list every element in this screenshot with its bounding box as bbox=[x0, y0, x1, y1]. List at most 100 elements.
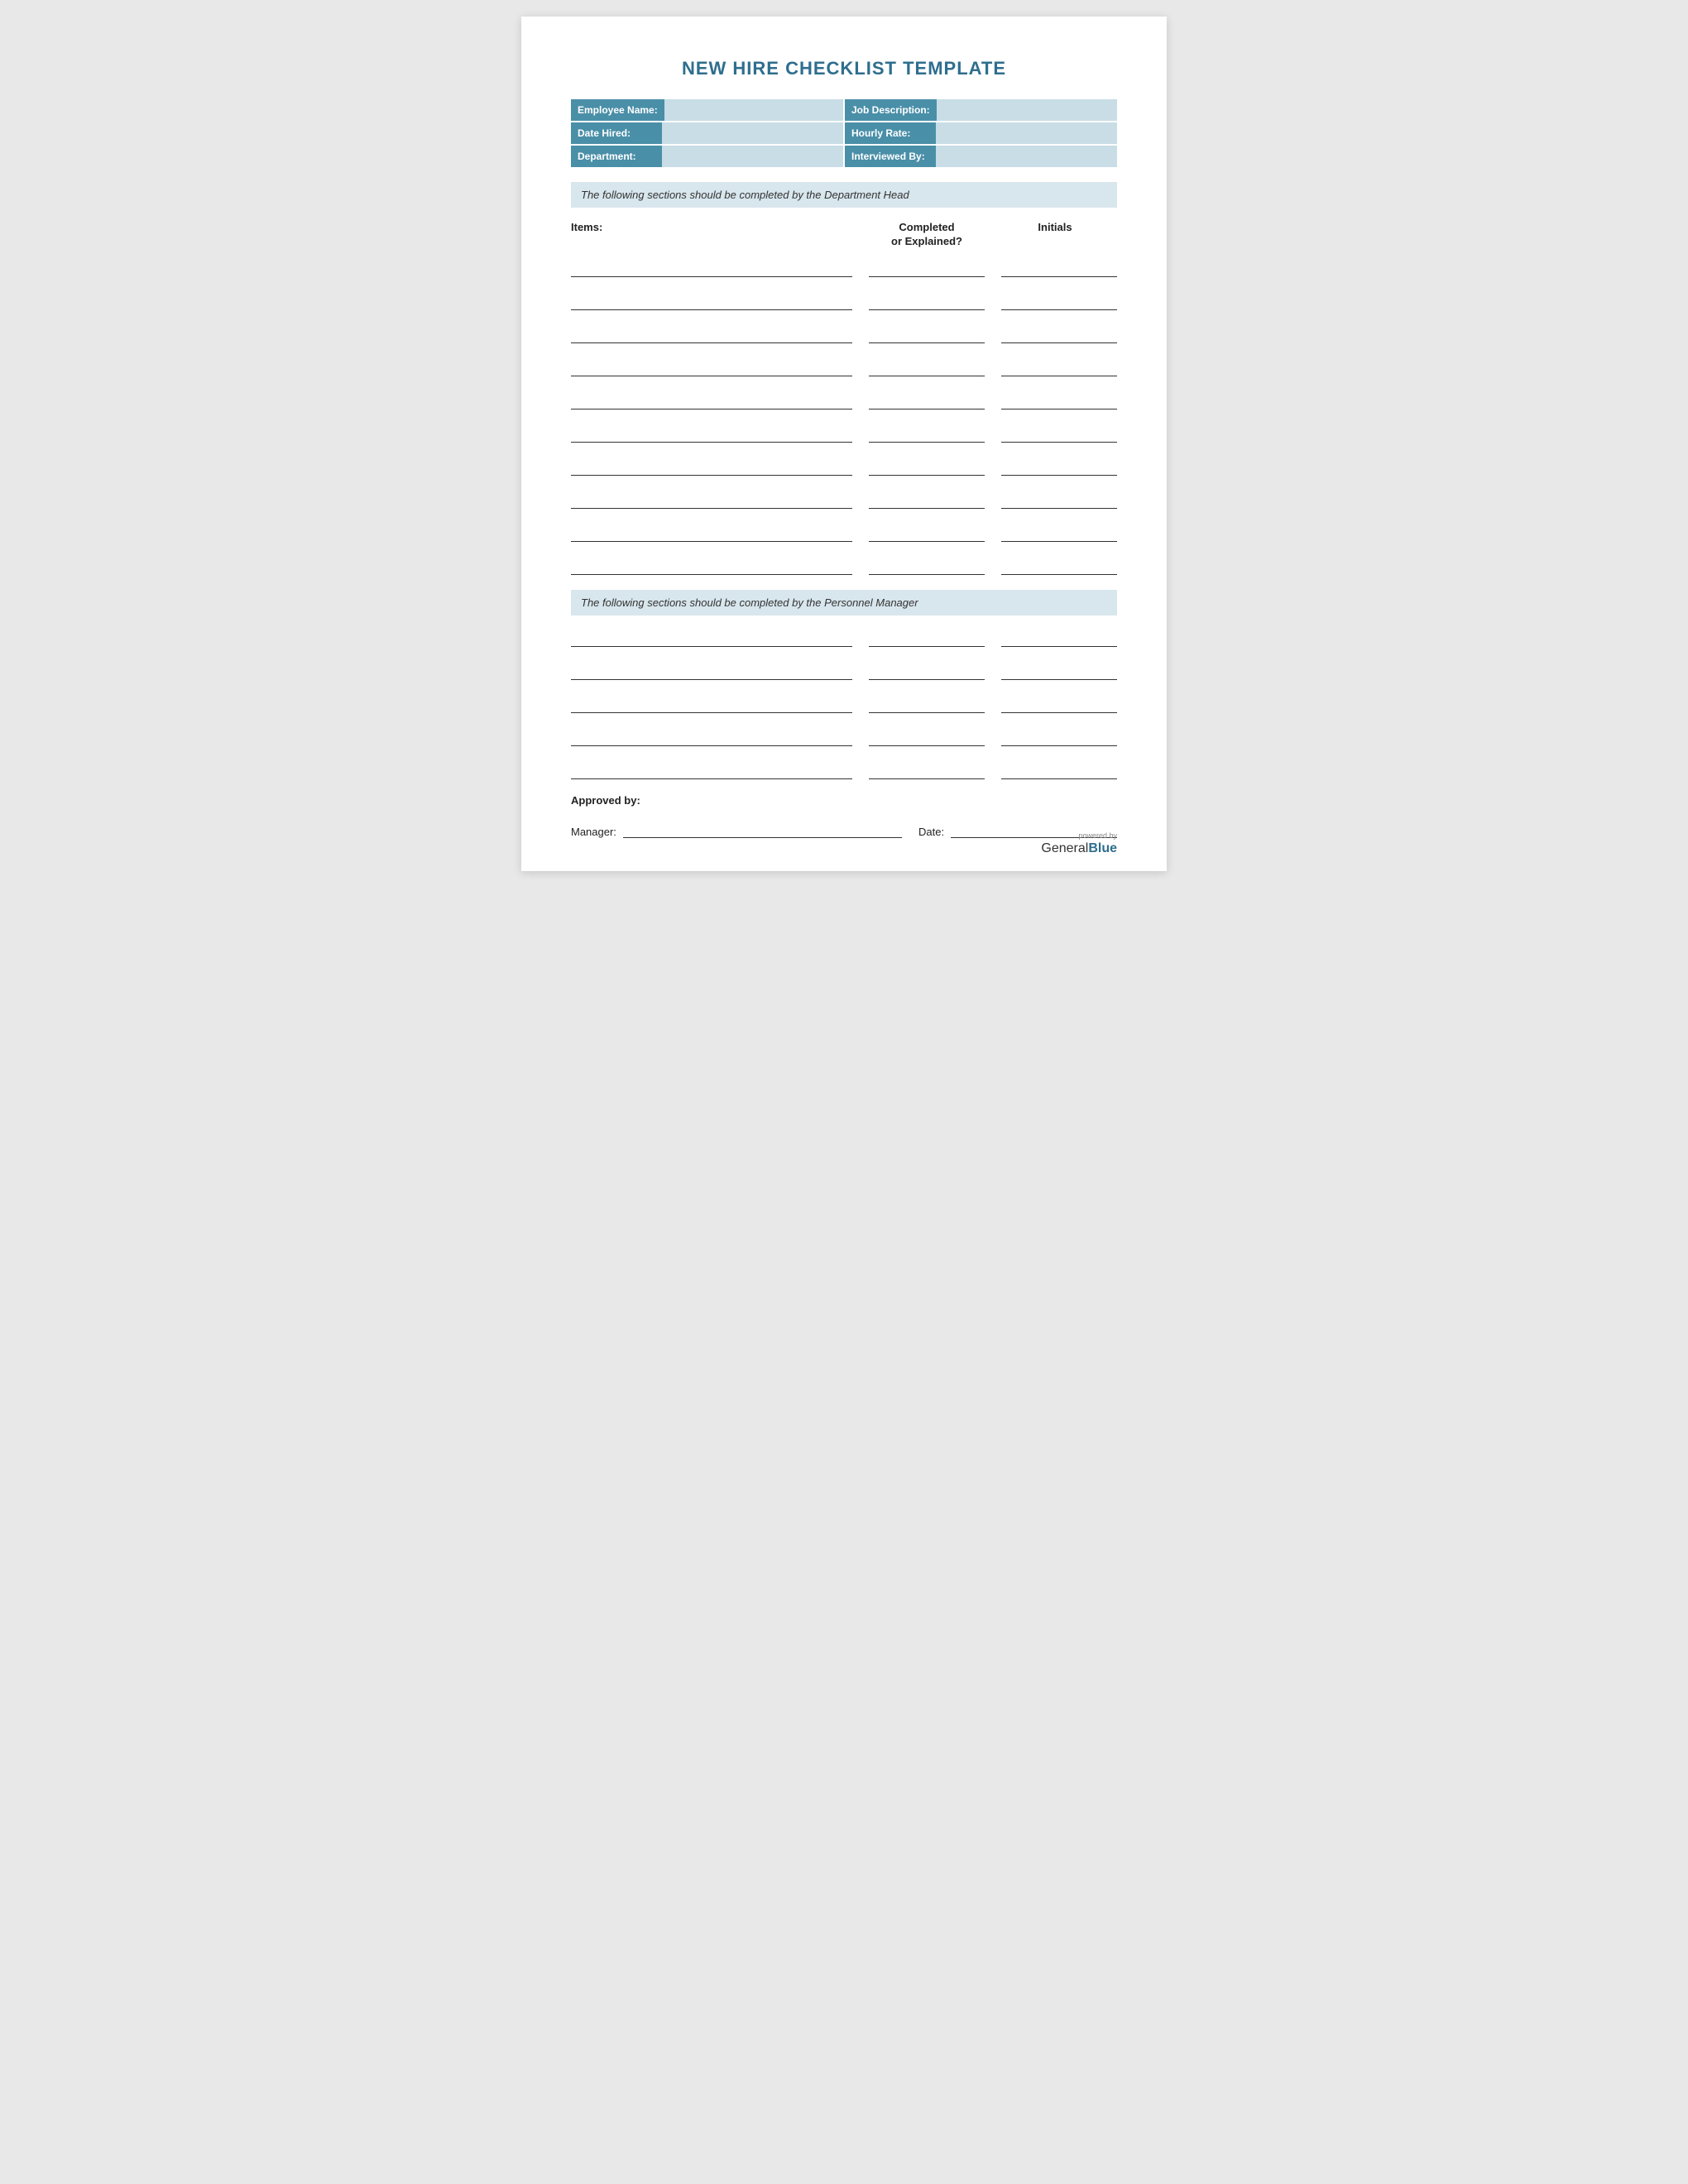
manager-label: Manager: bbox=[571, 826, 616, 838]
pm-item-line-2[interactable] bbox=[571, 662, 852, 680]
item-line-4[interactable] bbox=[571, 358, 852, 376]
initials-line-1[interactable] bbox=[1001, 259, 1117, 277]
table-row bbox=[571, 424, 1117, 443]
approved-by-title: Approved by: bbox=[571, 794, 1117, 807]
table-row bbox=[571, 491, 1117, 509]
table-row bbox=[571, 695, 1117, 713]
pm-item-line-5[interactable] bbox=[571, 761, 852, 779]
department-head-banner: The following sections should be complet… bbox=[571, 182, 1117, 208]
table-row bbox=[571, 557, 1117, 575]
completed-col-header: Completedor Explained? bbox=[861, 221, 993, 249]
item-line-2[interactable] bbox=[571, 292, 852, 310]
pm-completed-line-2[interactable] bbox=[869, 662, 985, 680]
personnel-manager-section: The following sections should be complet… bbox=[571, 590, 1117, 779]
department-value[interactable] bbox=[662, 146, 843, 167]
initials-line-7[interactable] bbox=[1001, 457, 1117, 476]
item-line-1[interactable] bbox=[571, 259, 852, 277]
page-container: NEW HIRE CHECKLIST TEMPLATE Employee Nam… bbox=[521, 17, 1167, 871]
item-line-7[interactable] bbox=[571, 457, 852, 476]
date-hired-row: Date Hired: bbox=[571, 122, 843, 144]
date-hired-value[interactable] bbox=[662, 122, 843, 144]
job-description-label: Job Description: bbox=[845, 99, 937, 121]
powered-by-label: powered by bbox=[1041, 831, 1117, 840]
hourly-rate-row: Hourly Rate: bbox=[845, 122, 1117, 144]
completed-line-6[interactable] bbox=[869, 424, 985, 443]
job-description-row: Job Description: bbox=[845, 99, 1117, 121]
initials-line-4[interactable] bbox=[1001, 358, 1117, 376]
completed-line-4[interactable] bbox=[869, 358, 985, 376]
item-line-3[interactable] bbox=[571, 325, 852, 343]
completed-line-3[interactable] bbox=[869, 325, 985, 343]
items-col-header: Items: bbox=[571, 221, 861, 249]
interviewed-by-value[interactable] bbox=[936, 146, 1117, 167]
hourly-rate-label: Hourly Rate: bbox=[845, 122, 936, 144]
items-header: Items: Completedor Explained? Initials bbox=[571, 221, 1117, 252]
initials-col-header: Initials bbox=[993, 221, 1117, 249]
date-label: Date: bbox=[918, 826, 944, 838]
item-line-6[interactable] bbox=[571, 424, 852, 443]
department-head-section: The following sections should be complet… bbox=[571, 182, 1117, 575]
manager-line[interactable] bbox=[623, 820, 902, 838]
pm-initials-line-4[interactable] bbox=[1001, 728, 1117, 746]
table-row bbox=[571, 391, 1117, 410]
pm-initials-line-3[interactable] bbox=[1001, 695, 1117, 713]
initials-line-8[interactable] bbox=[1001, 491, 1117, 509]
pm-initials-line-2[interactable] bbox=[1001, 662, 1117, 680]
item-line-10[interactable] bbox=[571, 557, 852, 575]
approved-section: Approved by: Manager: Date: bbox=[571, 794, 1117, 838]
header-right-col: Job Description: Hourly Rate: Interviewe… bbox=[845, 99, 1117, 167]
job-description-value[interactable] bbox=[937, 99, 1117, 121]
completed-line-10[interactable] bbox=[869, 557, 985, 575]
table-row bbox=[571, 325, 1117, 343]
page-title: NEW HIRE CHECKLIST TEMPLATE bbox=[571, 58, 1117, 79]
pm-completed-line-5[interactable] bbox=[869, 761, 985, 779]
item-line-8[interactable] bbox=[571, 491, 852, 509]
completed-line-1[interactable] bbox=[869, 259, 985, 277]
completed-line-2[interactable] bbox=[869, 292, 985, 310]
initials-line-6[interactable] bbox=[1001, 424, 1117, 443]
pm-initials-line-1[interactable] bbox=[1001, 629, 1117, 647]
pm-item-line-3[interactable] bbox=[571, 695, 852, 713]
completed-line-9[interactable] bbox=[869, 524, 985, 542]
initials-line-3[interactable] bbox=[1001, 325, 1117, 343]
table-row bbox=[571, 358, 1117, 376]
pm-item-line-1[interactable] bbox=[571, 629, 852, 647]
pm-item-line-4[interactable] bbox=[571, 728, 852, 746]
department-label: Department: bbox=[571, 146, 662, 167]
date-hired-label: Date Hired: bbox=[571, 122, 662, 144]
table-row bbox=[571, 662, 1117, 680]
table-row bbox=[571, 728, 1117, 746]
initials-line-10[interactable] bbox=[1001, 557, 1117, 575]
completed-line-5[interactable] bbox=[869, 391, 985, 410]
department-row: Department: bbox=[571, 146, 843, 167]
table-row bbox=[571, 524, 1117, 542]
initials-line-9[interactable] bbox=[1001, 524, 1117, 542]
table-row bbox=[571, 761, 1117, 779]
manager-field: Manager: bbox=[571, 820, 902, 838]
approved-row: Manager: Date: bbox=[571, 820, 1117, 838]
brand-name: GeneralBlue bbox=[1041, 841, 1117, 856]
hourly-rate-value[interactable] bbox=[936, 122, 1117, 144]
item-line-5[interactable] bbox=[571, 391, 852, 410]
table-row bbox=[571, 292, 1117, 310]
pm-completed-line-1[interactable] bbox=[869, 629, 985, 647]
brand-general: General bbox=[1041, 841, 1088, 855]
table-row bbox=[571, 259, 1117, 277]
completed-line-8[interactable] bbox=[869, 491, 985, 509]
completed-line-7[interactable] bbox=[869, 457, 985, 476]
interviewed-by-label: Interviewed By: bbox=[845, 146, 936, 167]
table-row bbox=[571, 457, 1117, 476]
employee-name-value[interactable] bbox=[664, 99, 843, 121]
brand-blue: Blue bbox=[1088, 841, 1117, 855]
item-line-9[interactable] bbox=[571, 524, 852, 542]
header-info-grid: Employee Name: Date Hired: Department: J… bbox=[571, 99, 1117, 167]
footer: powered by GeneralBlue bbox=[1041, 831, 1117, 856]
pm-completed-line-3[interactable] bbox=[869, 695, 985, 713]
employee-name-row: Employee Name: bbox=[571, 99, 843, 121]
initials-line-2[interactable] bbox=[1001, 292, 1117, 310]
personnel-manager-banner: The following sections should be complet… bbox=[571, 590, 1117, 615]
initials-line-5[interactable] bbox=[1001, 391, 1117, 410]
interviewed-by-row: Interviewed By: bbox=[845, 146, 1117, 167]
pm-completed-line-4[interactable] bbox=[869, 728, 985, 746]
pm-initials-line-5[interactable] bbox=[1001, 761, 1117, 779]
